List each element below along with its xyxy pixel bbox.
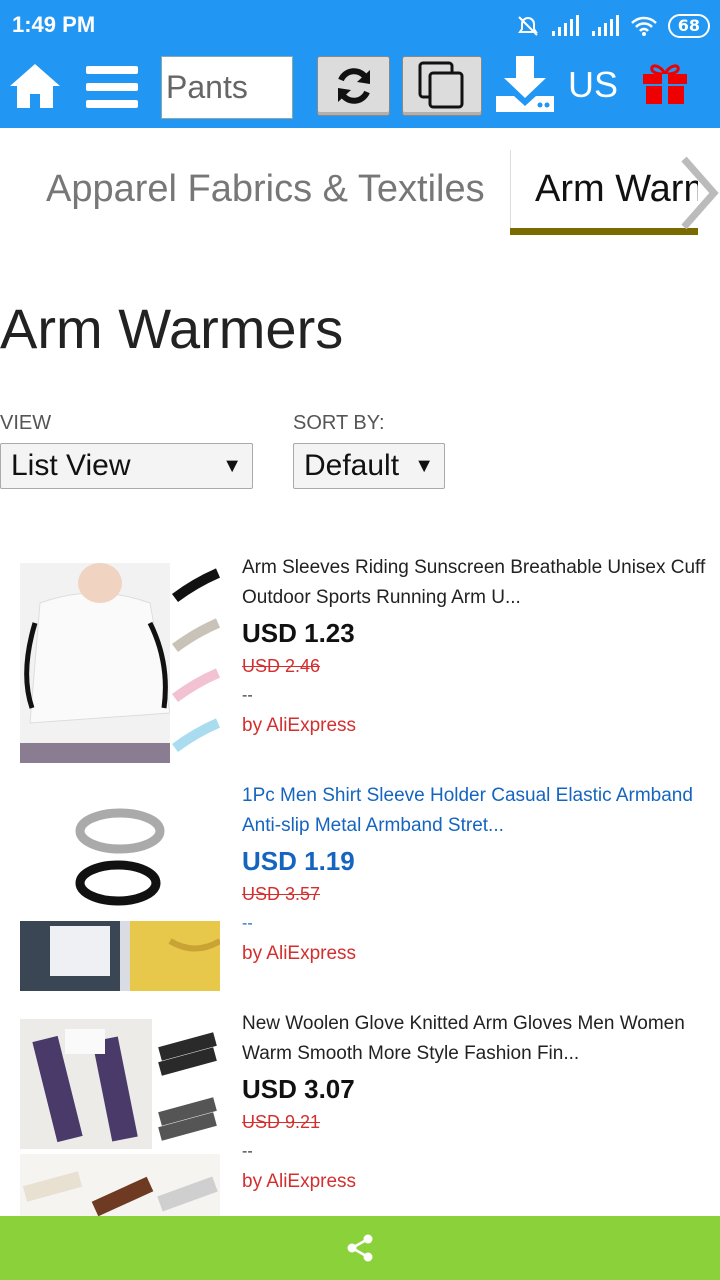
gift-icon[interactable] bbox=[642, 62, 688, 104]
product-info: New Woolen Glove Knitted Arm Gloves Men … bbox=[242, 1009, 712, 1197]
product-price: USD 1.23 bbox=[242, 618, 355, 648]
refresh-button[interactable] bbox=[317, 56, 390, 116]
view-select[interactable]: List View ▼ bbox=[0, 443, 253, 489]
product-item[interactable]: Arm Sleeves Riding Sunscreen Breathable … bbox=[0, 553, 720, 763]
search-input[interactable]: Pants bbox=[161, 56, 293, 119]
copy-button[interactable] bbox=[402, 56, 482, 116]
active-tab-indicator bbox=[510, 228, 698, 235]
chevron-right-icon[interactable] bbox=[676, 155, 720, 231]
product-title[interactable]: New Woolen Glove Knitted Arm Gloves Men … bbox=[242, 1009, 712, 1069]
wifi-icon bbox=[630, 16, 657, 36]
category-tabs: Apparel Fabrics & Textiles Arm Warmers bbox=[0, 128, 720, 238]
product-seller: by AliExpress bbox=[242, 943, 357, 964]
product-rating-placeholder: -- bbox=[242, 687, 253, 704]
product-original-price: USD 2.46 bbox=[242, 656, 321, 676]
product-photo-armband bbox=[20, 791, 220, 991]
sort-label: SORT BY: bbox=[293, 412, 385, 434]
bottom-share-bar[interactable] bbox=[0, 1216, 720, 1280]
menu-icon[interactable] bbox=[86, 64, 138, 110]
dropdown-arrow-icon: ▼ bbox=[414, 455, 434, 477]
dropdown-arrow-icon: ▼ bbox=[222, 455, 242, 477]
product-price: USD 1.19 bbox=[242, 846, 355, 876]
product-image[interactable] bbox=[20, 1019, 220, 1216]
share-icon[interactable] bbox=[345, 1233, 375, 1263]
tab-arm-warmers-label: Arm Warmers bbox=[535, 168, 698, 210]
refresh-icon bbox=[337, 68, 370, 104]
region-selector[interactable]: US bbox=[568, 64, 618, 106]
tab-apparel-fabrics[interactable]: Apparel Fabrics & Textiles bbox=[46, 168, 485, 211]
status-bar: 1:49 PM 68 bbox=[0, 0, 720, 52]
view-select-value: List View bbox=[11, 449, 131, 482]
page-title: Arm Warmers bbox=[0, 297, 344, 360]
product-original-price: USD 9.21 bbox=[242, 1112, 321, 1132]
product-info: 1Pc Men Shirt Sleeve Holder Casual Elast… bbox=[242, 781, 712, 969]
product-seller: by AliExpress bbox=[242, 1171, 357, 1192]
product-item[interactable]: New Woolen Glove Knitted Arm Gloves Men … bbox=[0, 1009, 720, 1219]
product-photo-knitted-gloves bbox=[20, 1019, 220, 1216]
status-icons: 68 bbox=[516, 12, 710, 40]
product-photo-arm-sleeves bbox=[20, 563, 220, 763]
status-time: 1:49 PM bbox=[12, 12, 96, 37]
sort-select[interactable]: Default ▼ bbox=[293, 443, 445, 489]
product-rating-placeholder: -- bbox=[242, 1143, 253, 1160]
home-icon[interactable] bbox=[8, 62, 62, 110]
battery-indicator: 68 bbox=[667, 14, 710, 38]
product-image[interactable] bbox=[20, 563, 220, 763]
signal-icon-2 bbox=[591, 15, 619, 36]
download-icon[interactable] bbox=[494, 56, 556, 114]
view-label: VIEW bbox=[0, 412, 52, 434]
tab-arm-warmers[interactable]: Arm Warmers bbox=[510, 150, 698, 234]
product-price: USD 3.07 bbox=[242, 1074, 355, 1104]
signal-icon-1 bbox=[551, 15, 579, 36]
toolbar: Pants US bbox=[0, 52, 720, 128]
copy-icon bbox=[418, 61, 464, 109]
product-original-price: USD 3.57 bbox=[242, 884, 321, 904]
product-item[interactable]: 1Pc Men Shirt Sleeve Holder Casual Elast… bbox=[0, 781, 720, 991]
alarm-off-icon bbox=[517, 16, 538, 36]
product-image[interactable] bbox=[20, 791, 220, 991]
product-rating-placeholder: -- bbox=[242, 915, 253, 932]
sort-select-value: Default bbox=[304, 449, 400, 482]
product-title[interactable]: 1Pc Men Shirt Sleeve Holder Casual Elast… bbox=[242, 781, 712, 841]
product-title[interactable]: Arm Sleeves Riding Sunscreen Breathable … bbox=[242, 553, 712, 613]
product-info: Arm Sleeves Riding Sunscreen Breathable … bbox=[242, 553, 712, 741]
product-seller: by AliExpress bbox=[242, 715, 357, 736]
